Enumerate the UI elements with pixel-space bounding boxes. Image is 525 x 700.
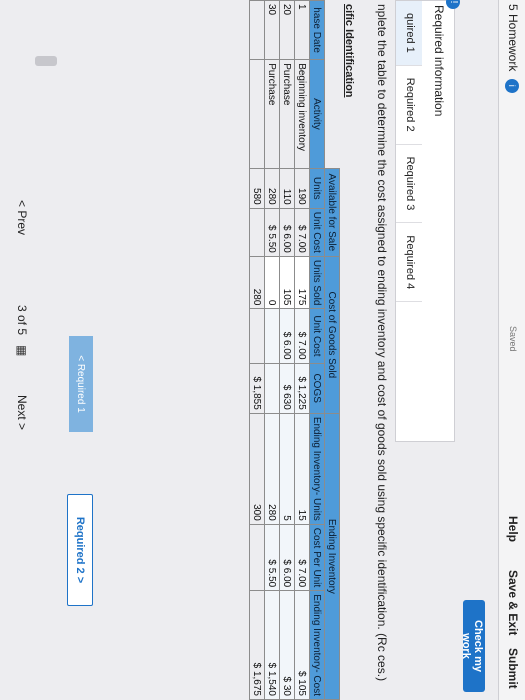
cell-ending-cost: $ 1,540	[264, 590, 280, 700]
group-header-cogs: Cost of Goods Sold	[324, 256, 340, 414]
required-tabs: quired 1 Required 2 Required 3 Required …	[396, 1, 422, 303]
col-header-sold-unit-cost: Unit Cost	[309, 308, 325, 364]
cell-ending-cost: $ 105	[294, 590, 310, 700]
col-header-units: Units	[309, 168, 325, 209]
tab-required-3[interactable]: Required 3	[396, 144, 422, 224]
total-units: 580	[249, 168, 265, 209]
scrollbar-handle[interactable]	[35, 56, 57, 66]
tab-required-4[interactable]: Required 4	[396, 223, 422, 303]
cell-date: 30	[264, 0, 280, 60]
top-bar: 5 Homework i Saved Help Save & Exit Subm…	[498, 0, 525, 700]
cell-sold-unit-cost: $ 6.00	[279, 308, 295, 364]
cell-unit-cost: $ 5.50	[264, 208, 280, 257]
cell-unit-cost: $ 6.00	[279, 208, 295, 257]
required-info-label: Required information	[432, 5, 446, 117]
cell-activity: Purchase	[279, 59, 295, 169]
specific-identification-table: Available for Sale Cost of Goods Sold En…	[249, 0, 340, 700]
cell-date: 20	[279, 0, 295, 60]
prev-button[interactable]: < Prev	[15, 200, 29, 235]
cell-cost-per-unit: $ 5.50	[264, 524, 280, 591]
grid-icon[interactable]: ▦	[15, 345, 29, 356]
col-header-activity: Activity	[309, 59, 325, 169]
cell-units: 110	[279, 168, 295, 209]
saved-status: Saved	[508, 326, 518, 352]
required-1-button[interactable]: < Required 1	[69, 336, 93, 432]
input-units-sold[interactable]: 105	[279, 256, 295, 309]
rotated-screen: 5 Homework i Saved Help Save & Exit Subm…	[0, 0, 525, 700]
cell-cogs	[264, 363, 280, 414]
cell-activity: Beginning inventory	[294, 59, 310, 169]
alert-icon: !	[446, 0, 460, 9]
info-icon: i	[505, 78, 520, 93]
submit-link[interactable]: Submit	[506, 648, 520, 689]
cell-sold-unit-cost	[264, 308, 280, 364]
cell-units: 190	[294, 168, 310, 209]
cell-cost-per-unit: $ 6.00	[279, 524, 295, 591]
pager: < Prev 3 of 5 ▦ Next >	[5, 100, 35, 600]
save-exit-link[interactable]: Save & Exit	[506, 570, 520, 635]
total-ending-units: 300	[249, 413, 265, 525]
col-header-date: hase Date	[309, 0, 325, 60]
col-header-cost-per-unit: Cost Per Unit	[309, 524, 325, 591]
group-header-ending: Ending Inventory	[324, 413, 340, 700]
page-indicator: 3 of 5	[15, 305, 29, 336]
next-button[interactable]: Next >	[15, 395, 29, 430]
col-header-ending-cost: Ending Inventory- Cost	[309, 590, 325, 700]
cell-date: 1	[294, 0, 310, 60]
tab-required-1[interactable]: quired 1	[396, 1, 422, 66]
check-my-work-button[interactable]: Check my work	[460, 600, 485, 692]
cell-ending-units: 5	[279, 413, 295, 525]
table-row: 1 Beginning inventory 190 $ 7.00 175 $ 7…	[294, 0, 310, 700]
assignment-title-text: 5 Homework	[506, 4, 520, 72]
cell-cogs: $ 630	[279, 363, 295, 414]
cell-units: 280	[264, 168, 280, 209]
col-header-cogs: COGS	[309, 363, 325, 414]
table-column-header-row: hase Date Activity Units Unit Cost Units…	[309, 0, 325, 700]
cell-ending-units: 280	[264, 413, 280, 525]
cell-activity: Purchase	[264, 59, 280, 169]
cell-unit-cost: $ 7.00	[294, 208, 310, 257]
table-row: 30 Purchase 280 $ 5.50 0 280 $ 5.50 $ 1,…	[264, 0, 280, 700]
total-cogs: $ 1,855	[249, 363, 265, 414]
col-header-ending-units: Ending Inventory- Units	[309, 413, 325, 525]
required-info-box: ! Required information quired 1 Required…	[395, 0, 460, 442]
instruction-text: nplete the table to determine the cost a…	[375, 4, 389, 682]
total-ending-cost: $ 1,675	[249, 590, 265, 700]
cell-cost-per-unit: $ 7.00	[294, 524, 310, 591]
section-title: cific Identification	[343, 4, 355, 98]
cell-cogs: $ 1,225	[294, 363, 310, 414]
cell-ending-units: 15	[294, 413, 310, 525]
table-total-row: 580 280 $ 1,855 300 $ 1,675	[249, 0, 265, 700]
col-header-unit-cost: Unit Cost	[309, 208, 325, 257]
input-units-sold[interactable]: 175	[294, 256, 310, 309]
total-units-sold: 280	[249, 256, 265, 309]
input-units-sold[interactable]: 0	[264, 256, 280, 309]
help-link[interactable]: Help	[506, 516, 520, 542]
required-2-button[interactable]: Required 2 >	[67, 494, 93, 606]
cell-sold-unit-cost: $ 7.00	[294, 308, 310, 364]
table-group-header-row: Available for Sale Cost of Goods Sold En…	[324, 1, 340, 700]
assignment-title[interactable]: 5 Homework i	[505, 4, 520, 93]
tab-required-2[interactable]: Required 2	[396, 65, 422, 145]
group-header-available: Available for Sale	[324, 168, 340, 257]
col-header-units-sold: Units Sold	[309, 256, 325, 309]
table-row: 20 Purchase 110 $ 6.00 105 $ 6.00 $ 630 …	[279, 0, 295, 700]
cell-ending-cost: $ 30	[279, 590, 295, 700]
